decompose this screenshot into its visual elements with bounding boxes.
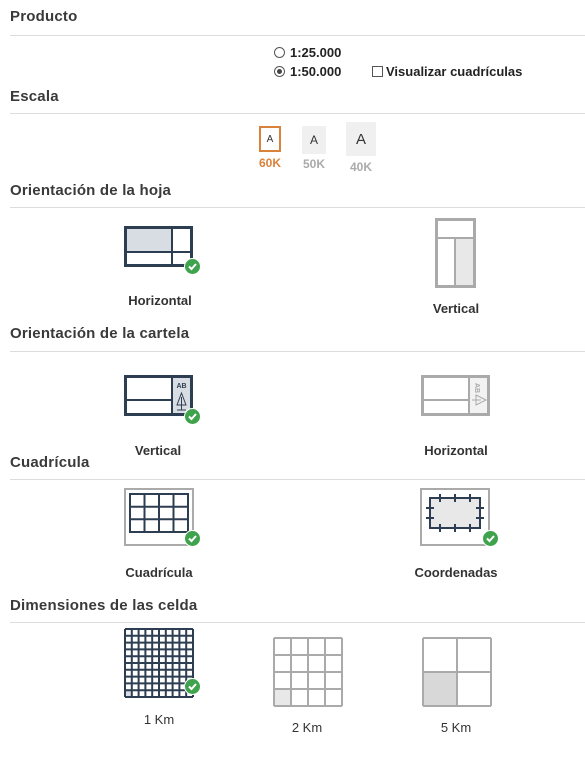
sheet-vertical-label: Vertical	[432, 301, 480, 316]
section-title-dimensiones: Dimensiones de las celda	[10, 597, 198, 614]
sheet-horizontal-label: Horizontal	[128, 293, 192, 308]
scale-caption-40k: 40K	[349, 160, 372, 174]
radio-label-25000[interactable]: 1:25.000	[290, 45, 341, 60]
scale-button-60k[interactable]: A	[259, 126, 281, 152]
cell-grid-5km-icon	[422, 637, 492, 707]
sheet-vertical-option[interactable]	[435, 218, 479, 290]
svg-text:AB: AB	[176, 383, 186, 390]
selected-check-icon	[184, 408, 201, 425]
cell-size-5km-label: 5 Km	[440, 720, 472, 735]
scale-button-50k[interactable]: A	[302, 126, 326, 154]
scale-glyph: A	[309, 133, 318, 147]
grid-type-cuadricula-option[interactable]	[124, 488, 204, 548]
section-title-producto: Producto	[10, 8, 78, 25]
section-divider	[10, 622, 585, 623]
grid-type-coordenadas-label: Coordenadas	[414, 565, 498, 580]
radio-label-50000[interactable]: 1:50.000	[290, 64, 341, 79]
selected-check-icon	[184, 258, 201, 275]
cartouche-horizontal-icon: AB	[421, 375, 490, 416]
cartouche-horizontal-option[interactable]: AB	[421, 375, 493, 419]
section-divider	[10, 351, 585, 352]
cell-size-1km-label: 1 Km	[143, 712, 175, 727]
radio-scale-50000[interactable]	[274, 66, 285, 77]
cell-size-5km-option[interactable]	[422, 637, 494, 709]
radio-scale-25000[interactable]	[274, 47, 285, 58]
section-title-cuadricula: Cuadrícula	[10, 454, 90, 471]
scale-glyph: A	[266, 133, 274, 145]
grid-type-cuadricula-label: Cuadrícula	[125, 565, 193, 580]
cell-grid-2km-icon	[273, 637, 343, 707]
scale-glyph: A	[355, 130, 366, 148]
selected-check-icon	[482, 530, 499, 547]
section-title-escala: Escala	[10, 88, 59, 105]
scale-caption-60k: 60K	[258, 156, 281, 170]
show-grid-checkbox[interactable]	[372, 66, 383, 77]
scale-caption-50k: 50K	[302, 157, 325, 171]
cartouche-vertical-option[interactable]: AB	[124, 375, 204, 425]
show-grid-label[interactable]: Visualizar cuadrículas	[386, 64, 522, 79]
sheet-vertical-icon	[435, 218, 476, 288]
cell-size-2km-label: 2 Km	[291, 720, 323, 735]
section-divider	[10, 35, 585, 36]
scale-button-40k[interactable]: A	[346, 122, 376, 156]
cell-size-1km-option[interactable]	[124, 628, 204, 700]
grid-type-coordenadas-option[interactable]	[420, 488, 500, 548]
section-title-orientacion-cartela: Orientación de la cartela	[10, 325, 190, 342]
svg-text:AB: AB	[473, 383, 480, 393]
cell-size-2km-option[interactable]	[273, 637, 345, 709]
cartouche-horizontal-label: Horizontal	[424, 443, 488, 458]
section-divider	[10, 207, 585, 208]
sheet-horizontal-option[interactable]	[124, 226, 202, 275]
section-title-orientacion-hoja: Orientación de la hoja	[10, 182, 172, 199]
section-divider	[10, 113, 585, 114]
selected-check-icon	[184, 678, 201, 695]
selected-check-icon	[184, 530, 201, 547]
cartouche-vertical-label: Vertical	[134, 443, 182, 458]
section-divider	[10, 479, 585, 480]
